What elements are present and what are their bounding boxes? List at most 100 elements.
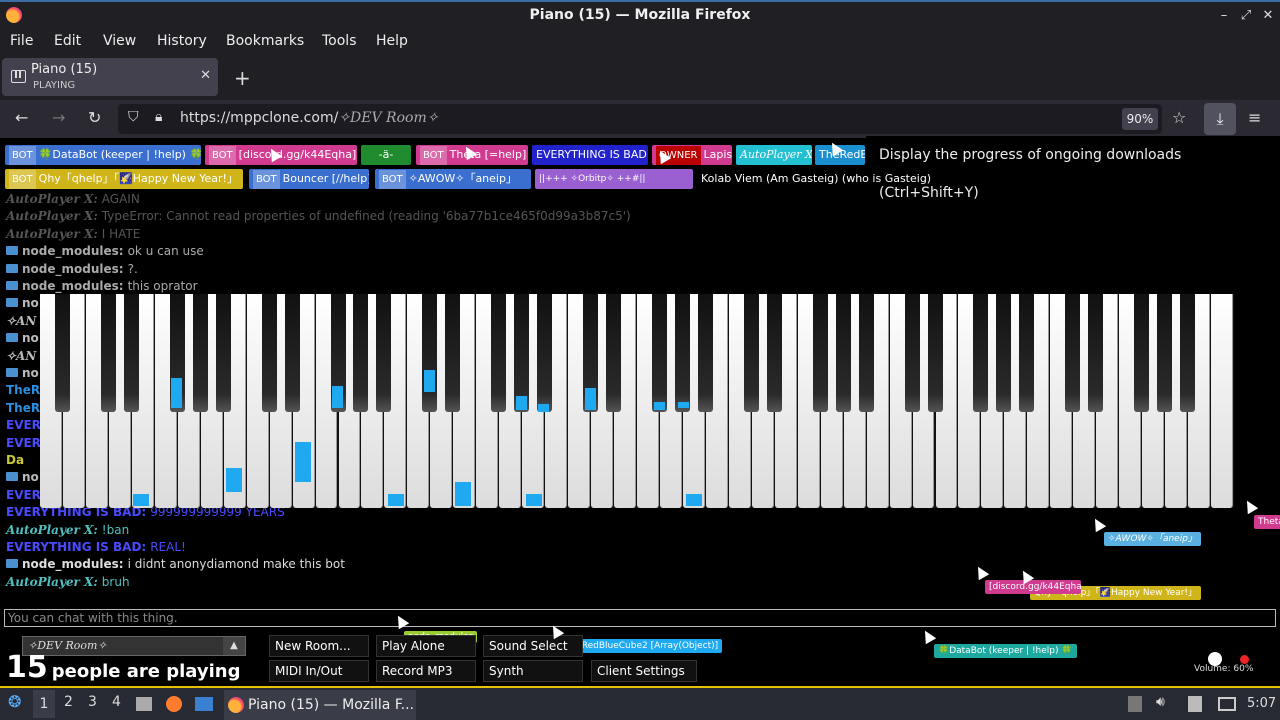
sound-select-button[interactable]: Sound Select (483, 635, 583, 657)
minimize-icon[interactable]: – (1214, 6, 1234, 26)
note-highlight (295, 442, 311, 482)
black-key[interactable] (697, 294, 713, 412)
new-room-button[interactable]: New Room... (269, 635, 369, 657)
zoom-level[interactable]: 90% (1122, 108, 1158, 130)
user-tag[interactable]: EVERYTHING IS BAD (532, 145, 648, 165)
workspace-4[interactable]: 4 (112, 694, 121, 710)
menu-bookmarks[interactable]: Bookmarks (226, 33, 304, 49)
black-key[interactable] (100, 294, 116, 412)
lock-icon[interactable]: 🔒︎ (155, 109, 162, 125)
black-key[interactable] (904, 294, 920, 412)
black-key[interactable] (927, 294, 943, 412)
menu-help[interactable]: Help (376, 33, 408, 49)
play-alone-button[interactable]: Play Alone (376, 635, 476, 657)
black-key[interactable] (766, 294, 782, 412)
user-name: Qhy「qhelp」「🌠Happy New Year!」 (38, 172, 238, 185)
terminal-icon[interactable] (195, 697, 213, 711)
file-manager-icon[interactable] (136, 697, 152, 711)
menu-edit[interactable]: Edit (54, 33, 81, 49)
new-tab-icon[interactable]: + (234, 66, 251, 90)
user-tag[interactable]: -ä- (361, 145, 411, 165)
black-key[interactable] (1157, 294, 1173, 412)
maximize-icon[interactable]: ⤢ (1236, 6, 1256, 26)
tab-piano[interactable]: Piano (15) PLAYING ✕ (2, 58, 218, 96)
user-tag[interactable]: BOT Qhy「qhelp」「🌠Happy New Year!」 (5, 169, 243, 189)
black-key[interactable] (674, 294, 690, 412)
workspace-1[interactable]: 1 (33, 690, 55, 718)
white-key[interactable] (1211, 294, 1233, 508)
clipboard-icon[interactable] (1188, 696, 1202, 712)
menu-history[interactable]: History (157, 33, 207, 49)
midi-button[interactable]: MIDI In/Out (269, 660, 369, 682)
black-key[interactable] (123, 294, 139, 412)
black-key[interactable] (996, 294, 1012, 412)
record-mp3-button[interactable]: Record MP3 (376, 660, 476, 682)
black-key[interactable] (1134, 294, 1150, 412)
address-bar[interactable]: ⛉ 🔒︎ https://mppclone.com/✧DEV Room✧ 90% (118, 104, 1162, 134)
url-text[interactable]: https://mppclone.com/✧DEV Room✧ (180, 110, 438, 126)
black-key[interactable] (376, 294, 392, 412)
back-icon[interactable]: ← (15, 108, 28, 127)
taskbar-firefox-window[interactable]: Piano (15) — Mozilla F... (224, 690, 416, 720)
network-icon[interactable] (1218, 697, 1236, 711)
user-tag[interactable]: ||+++ ✧Orbitp✧ ++#|| (535, 169, 693, 189)
black-key[interactable] (491, 294, 507, 412)
battery-icon[interactable] (1128, 696, 1142, 712)
user-tag[interactable]: BOT 🍀DataBot (keeper | !help) 🍀 (5, 145, 201, 165)
user-tag[interactable]: BOT ✧AWOW✧「aneip」 (375, 169, 531, 189)
black-key[interactable] (514, 294, 530, 412)
chat-message: AutoPlayer X: I HATE (6, 227, 140, 241)
user-tag[interactable]: AutoPlayer X (736, 145, 812, 165)
black-key[interactable] (743, 294, 759, 412)
black-key[interactable] (215, 294, 231, 412)
chat-input[interactable]: You can chat with this thing. (4, 609, 1276, 627)
menu-tools[interactable]: Tools (322, 33, 357, 49)
chat-message: node_modules: ok u can use (6, 244, 204, 258)
black-key[interactable] (606, 294, 622, 412)
hamburger-menu-icon[interactable]: ≡ (1248, 108, 1261, 127)
chat-message: ✧AN (6, 314, 40, 328)
black-key[interactable] (445, 294, 461, 412)
start-menu-icon[interactable]: ❂ (8, 692, 21, 711)
user-name: ||+++ ✧Orbitp✧ ++#|| (539, 174, 646, 184)
speaker-icon[interactable]: 🔊︎ (1156, 694, 1165, 710)
piano-keyboard[interactable] (40, 294, 1234, 508)
menu-view[interactable]: View (103, 33, 136, 49)
user-tag[interactable]: BOT Bouncer [//help] (249, 169, 369, 189)
black-key[interactable] (973, 294, 989, 412)
chat-message: ✧AN (6, 349, 40, 363)
black-key[interactable] (1019, 294, 1035, 412)
black-key[interactable] (835, 294, 851, 412)
black-key[interactable] (284, 294, 300, 412)
synth-button[interactable]: Synth (483, 660, 583, 682)
black-key[interactable] (812, 294, 828, 412)
forward-icon[interactable]: → (52, 108, 65, 127)
firefox-launcher-icon[interactable] (166, 696, 182, 712)
black-key[interactable] (858, 294, 874, 412)
close-window-icon[interactable]: ✕ (1258, 6, 1278, 26)
user-name: [discord.gg/k44Eqha] (238, 148, 357, 161)
workspace-3[interactable]: 3 (88, 694, 97, 710)
black-key[interactable] (54, 294, 70, 412)
reload-icon[interactable]: ↻ (88, 108, 101, 127)
black-key[interactable] (422, 294, 438, 412)
note-highlight (133, 494, 149, 506)
shield-icon[interactable]: ⛉ (128, 109, 139, 125)
black-key[interactable] (192, 294, 208, 412)
folder-icon (6, 472, 18, 482)
close-tab-icon[interactable]: ✕ (200, 68, 211, 83)
black-key[interactable] (261, 294, 277, 412)
black-key[interactable] (353, 294, 369, 412)
black-key[interactable] (1180, 294, 1196, 412)
bookmark-star-icon[interactable]: ☆ (1172, 108, 1186, 127)
client-settings-button[interactable]: Client Settings (591, 660, 697, 682)
menu-file[interactable]: File (10, 33, 33, 49)
black-key[interactable] (537, 294, 553, 412)
black-key[interactable] (1088, 294, 1104, 412)
workspace-2[interactable]: 2 (64, 694, 73, 710)
folder-icon (6, 559, 18, 569)
downloads-icon[interactable]: ⤓ (1204, 103, 1236, 135)
black-key[interactable] (651, 294, 667, 412)
black-key[interactable] (1065, 294, 1081, 412)
chat-author: TheR (6, 400, 41, 415)
